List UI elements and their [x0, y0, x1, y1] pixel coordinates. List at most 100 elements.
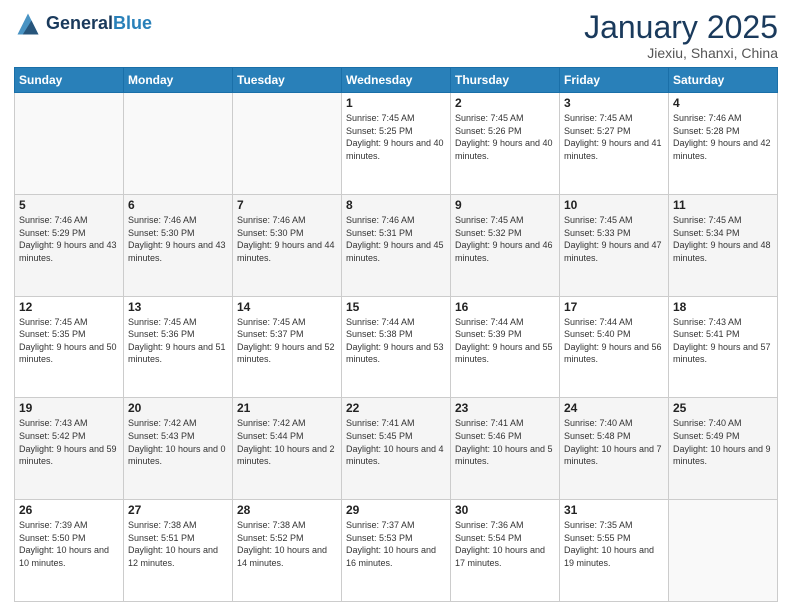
day-info: Sunrise: 7:36 AM Sunset: 5:54 PM Dayligh… — [455, 519, 555, 569]
day-info: Sunrise: 7:46 AM Sunset: 5:31 PM Dayligh… — [346, 214, 446, 264]
calendar-cell: 2 Sunrise: 7:45 AM Sunset: 5:26 PM Daylig… — [451, 93, 560, 195]
day-number: 6 — [128, 198, 228, 212]
day-info: Sunrise: 7:45 AM Sunset: 5:26 PM Dayligh… — [455, 112, 555, 162]
calendar-table: SundayMondayTuesdayWednesdayThursdayFrid… — [14, 67, 778, 602]
day-info: Sunrise: 7:43 AM Sunset: 5:41 PM Dayligh… — [673, 316, 773, 366]
calendar-cell: 31 Sunrise: 7:35 AM Sunset: 5:55 PM Dayli… — [560, 500, 669, 602]
calendar-cell: 22Sunrise: 7:41 AM Sunset: 5:45 PM Dayli… — [342, 398, 451, 500]
day-info: Sunrise: 7:38 AM Sunset: 5:51 PM Dayligh… — [128, 519, 228, 569]
day-number: 23 — [455, 401, 555, 415]
page-header: GeneralBlue January 2025 Jiexiu, Shanxi,… — [14, 10, 778, 61]
day-info: Sunrise: 7:44 AM Sunset: 5:40 PM Dayligh… — [564, 316, 664, 366]
day-info: Sunrise: 7:41 AM Sunset: 5:46 PM Dayligh… — [455, 417, 555, 467]
day-number: 3 — [564, 96, 664, 110]
calendar-header-cell: Thursday — [451, 68, 560, 93]
day-info: Sunrise: 7:45 AM Sunset: 5:35 PM Dayligh… — [19, 316, 119, 366]
day-info: Sunrise: 7:41 AM Sunset: 5:45 PM Dayligh… — [346, 417, 446, 467]
day-number: 31 — [564, 503, 664, 517]
calendar-cell: 19 Sunrise: 7:43 AM Sunset: 5:42 PM Dayli… — [15, 398, 124, 500]
logo-icon — [14, 10, 42, 38]
day-number: 27 — [128, 503, 228, 517]
day-number: 21 — [237, 401, 337, 415]
day-info: Sunrise: 7:40 AM Sunset: 5:49 PM Dayligh… — [673, 417, 773, 467]
calendar-header-cell: Friday — [560, 68, 669, 93]
day-number: 1 — [346, 96, 446, 110]
day-info: Sunrise: 7:46 AM Sunset: 5:30 PM Dayligh… — [128, 214, 228, 264]
calendar-cell: 5 Sunrise: 7:46 AM Sunset: 5:29 PM Daylig… — [15, 194, 124, 296]
location: Jiexiu, Shanxi, China — [584, 45, 778, 61]
calendar-week-row: 1 Sunrise: 7:45 AM Sunset: 5:25 PM Daylig… — [15, 93, 778, 195]
calendar-week-row: 12 Sunrise: 7:45 AM Sunset: 5:35 PM Dayli… — [15, 296, 778, 398]
calendar-header-cell: Monday — [124, 68, 233, 93]
day-info: Sunrise: 7:45 AM Sunset: 5:34 PM Dayligh… — [673, 214, 773, 264]
day-info: Sunrise: 7:43 AM Sunset: 5:42 PM Dayligh… — [19, 417, 119, 467]
calendar-cell: 29 Sunrise: 7:37 AM Sunset: 5:53 PM Dayli… — [342, 500, 451, 602]
title-block: January 2025 Jiexiu, Shanxi, China — [584, 10, 778, 61]
calendar-week-row: 19 Sunrise: 7:43 AM Sunset: 5:42 PM Dayli… — [15, 398, 778, 500]
day-number: 16 — [455, 300, 555, 314]
calendar-cell: 6 Sunrise: 7:46 AM Sunset: 5:30 PM Daylig… — [124, 194, 233, 296]
calendar-cell: 27 Sunrise: 7:38 AM Sunset: 5:51 PM Dayli… — [124, 500, 233, 602]
calendar-cell: 4Sunrise: 7:46 AM Sunset: 5:28 PM Daylig… — [669, 93, 778, 195]
day-info: Sunrise: 7:35 AM Sunset: 5:55 PM Dayligh… — [564, 519, 664, 569]
calendar-cell: 17 Sunrise: 7:44 AM Sunset: 5:40 PM Dayli… — [560, 296, 669, 398]
day-number: 24 — [564, 401, 664, 415]
day-number: 15 — [346, 300, 446, 314]
calendar-cell — [15, 93, 124, 195]
calendar-header-cell: Wednesday — [342, 68, 451, 93]
day-number: 5 — [19, 198, 119, 212]
calendar-cell: 16 Sunrise: 7:44 AM Sunset: 5:39 PM Dayli… — [451, 296, 560, 398]
day-number: 18 — [673, 300, 773, 314]
calendar-header-cell: Tuesday — [233, 68, 342, 93]
day-info: Sunrise: 7:40 AM Sunset: 5:48 PM Dayligh… — [564, 417, 664, 467]
day-number: 29 — [346, 503, 446, 517]
day-number: 17 — [564, 300, 664, 314]
day-number: 26 — [19, 503, 119, 517]
day-number: 14 — [237, 300, 337, 314]
day-info: Sunrise: 7:38 AM Sunset: 5:52 PM Dayligh… — [237, 519, 337, 569]
calendar-cell — [124, 93, 233, 195]
logo-text: GeneralBlue — [46, 14, 152, 34]
day-info: Sunrise: 7:42 AM Sunset: 5:43 PM Dayligh… — [128, 417, 228, 467]
calendar-cell: 26 Sunrise: 7:39 AM Sunset: 5:50 PM Dayli… — [15, 500, 124, 602]
day-info: Sunrise: 7:39 AM Sunset: 5:50 PM Dayligh… — [19, 519, 119, 569]
day-number: 19 — [19, 401, 119, 415]
calendar-cell: 10Sunrise: 7:45 AM Sunset: 5:33 PM Dayli… — [560, 194, 669, 296]
day-number: 8 — [346, 198, 446, 212]
day-info: Sunrise: 7:45 AM Sunset: 5:36 PM Dayligh… — [128, 316, 228, 366]
calendar-cell: 7Sunrise: 7:46 AM Sunset: 5:30 PM Daylig… — [233, 194, 342, 296]
calendar-cell: 3 Sunrise: 7:45 AM Sunset: 5:27 PM Daylig… — [560, 93, 669, 195]
calendar-cell: 8 Sunrise: 7:46 AM Sunset: 5:31 PM Daylig… — [342, 194, 451, 296]
day-info: Sunrise: 7:44 AM Sunset: 5:39 PM Dayligh… — [455, 316, 555, 366]
calendar-cell: 14 Sunrise: 7:45 AM Sunset: 5:37 PM Dayli… — [233, 296, 342, 398]
calendar-header-row: SundayMondayTuesdayWednesdayThursdayFrid… — [15, 68, 778, 93]
day-number: 7 — [237, 198, 337, 212]
calendar-body: 1 Sunrise: 7:45 AM Sunset: 5:25 PM Daylig… — [15, 93, 778, 602]
calendar-cell: 18 Sunrise: 7:43 AM Sunset: 5:41 PM Dayli… — [669, 296, 778, 398]
day-info: Sunrise: 7:45 AM Sunset: 5:27 PM Dayligh… — [564, 112, 664, 162]
day-info: Sunrise: 7:37 AM Sunset: 5:53 PM Dayligh… — [346, 519, 446, 569]
calendar-cell: 15 Sunrise: 7:44 AM Sunset: 5:38 PM Dayli… — [342, 296, 451, 398]
calendar-cell: 9Sunrise: 7:45 AM Sunset: 5:32 PM Daylig… — [451, 194, 560, 296]
day-info: Sunrise: 7:46 AM Sunset: 5:29 PM Dayligh… — [19, 214, 119, 264]
day-info: Sunrise: 7:45 AM Sunset: 5:37 PM Dayligh… — [237, 316, 337, 366]
calendar-cell: 20 Sunrise: 7:42 AM Sunset: 5:43 PM Dayli… — [124, 398, 233, 500]
day-number: 10 — [564, 198, 664, 212]
day-info: Sunrise: 7:45 AM Sunset: 5:32 PM Dayligh… — [455, 214, 555, 264]
day-number: 2 — [455, 96, 555, 110]
calendar-cell: 11 Sunrise: 7:45 AM Sunset: 5:34 PM Dayli… — [669, 194, 778, 296]
day-number: 12 — [19, 300, 119, 314]
calendar-cell: 23 Sunrise: 7:41 AM Sunset: 5:46 PM Dayli… — [451, 398, 560, 500]
day-number: 30 — [455, 503, 555, 517]
day-info: Sunrise: 7:44 AM Sunset: 5:38 PM Dayligh… — [346, 316, 446, 366]
calendar-header-cell: Sunday — [15, 68, 124, 93]
calendar-cell — [233, 93, 342, 195]
day-number: 11 — [673, 198, 773, 212]
day-info: Sunrise: 7:45 AM Sunset: 5:25 PM Dayligh… — [346, 112, 446, 162]
day-number: 25 — [673, 401, 773, 415]
calendar-cell: 13 Sunrise: 7:45 AM Sunset: 5:36 PM Dayli… — [124, 296, 233, 398]
day-number: 20 — [128, 401, 228, 415]
calendar-cell: 1 Sunrise: 7:45 AM Sunset: 5:25 PM Daylig… — [342, 93, 451, 195]
day-number: 13 — [128, 300, 228, 314]
calendar-week-row: 5 Sunrise: 7:46 AM Sunset: 5:29 PM Daylig… — [15, 194, 778, 296]
